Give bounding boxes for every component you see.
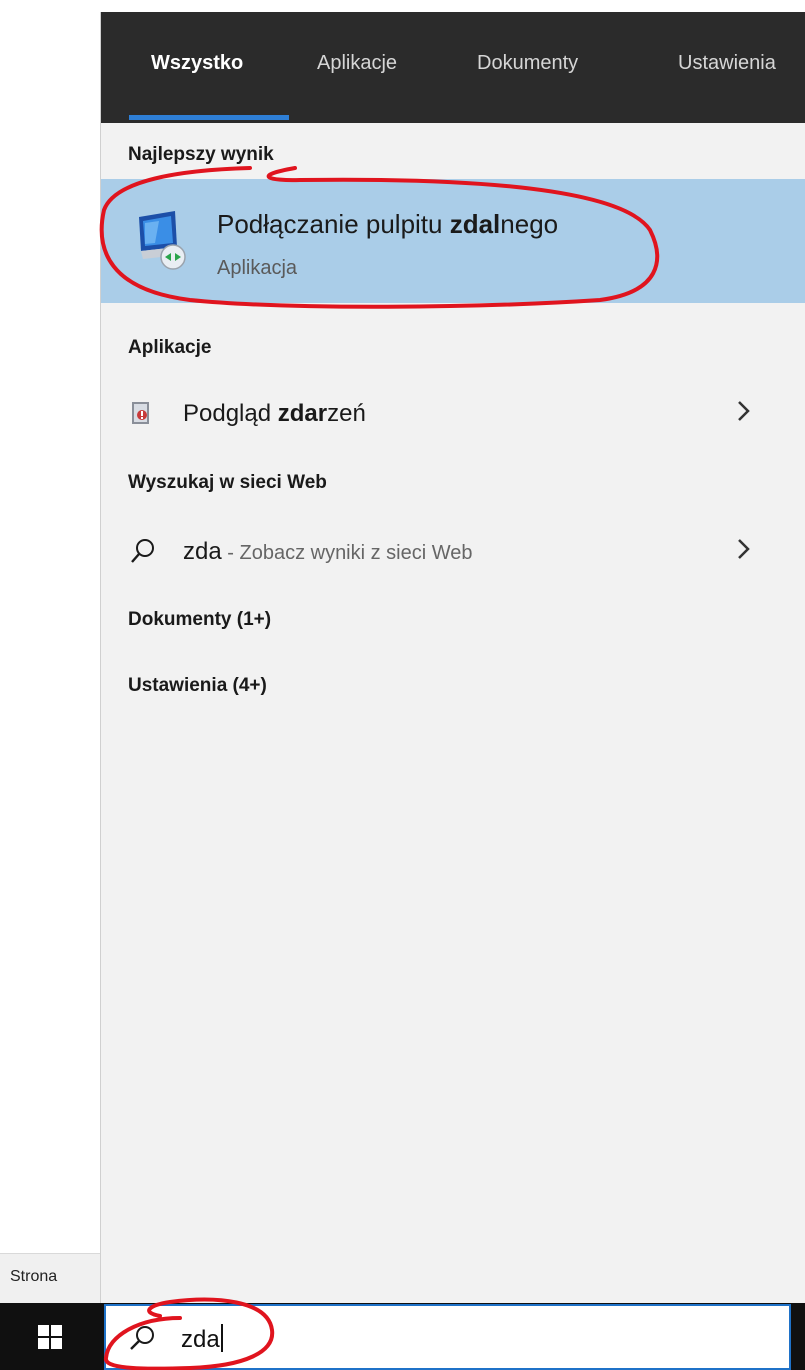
text-caret [220,1324,223,1352]
desktop-background [0,0,100,1303]
best-match-title: Podłączanie pulpitu zdalnego [217,209,559,239]
app-result-event-viewer[interactable]: Podgląd zdarzeń [101,382,805,444]
background-window[interactable]: Strona [0,1253,100,1303]
chevron-right-icon[interactable] [734,396,754,426]
web-search-header: Wyszukaj w sieci Web [128,472,327,493]
tab-apps[interactable]: Aplikacje [317,52,397,75]
apps-header: Aplikacje [128,337,212,358]
search-icon [130,1326,154,1350]
web-search-result[interactable]: zda - Zobacz wyniki z sieci Web [101,520,805,582]
windows-logo-icon [38,1325,62,1349]
best-match-subtitle: Aplikacja [217,257,298,279]
taskbar: zda [0,1303,805,1370]
start-button[interactable] [0,1303,100,1370]
best-match-item[interactable]: Podłączanie pulpitu zdalnego Aplikacja [101,179,805,303]
tab-all[interactable]: Wszystko [151,52,243,75]
app-result-label: Podgląd zdarzeń [183,400,366,427]
search-flyout: Wszystko Aplikacje Dokumenty Ustawienia … [100,12,805,1303]
tab-documents[interactable]: Dokumenty [477,52,578,75]
search-icon [131,539,154,563]
taskbar-search-input[interactable]: zda [104,1304,791,1370]
active-tab-indicator [129,115,289,120]
documents-header[interactable]: Dokumenty (1+) [128,609,271,631]
remote-desktop-icon [139,211,186,270]
best-match-header: Najlepszy wynik [128,144,274,165]
tab-settings[interactable]: Ustawienia [678,52,776,75]
chevron-right-icon[interactable] [734,534,754,564]
tab-bar: Wszystko Aplikacje Dokumenty Ustawienia [101,12,805,123]
settings-header[interactable]: Ustawienia (4+) [128,675,267,697]
web-search-label: zda - Zobacz wyniki z sieci Web [183,538,473,565]
search-query-text: zda [181,1324,223,1354]
event-viewer-icon [132,402,149,424]
screen: Strona Wszystko Aplikacje Dokumenty Usta… [0,0,805,1370]
background-window-label: Strona [10,1268,58,1285]
taskbar-edge [791,1303,805,1370]
